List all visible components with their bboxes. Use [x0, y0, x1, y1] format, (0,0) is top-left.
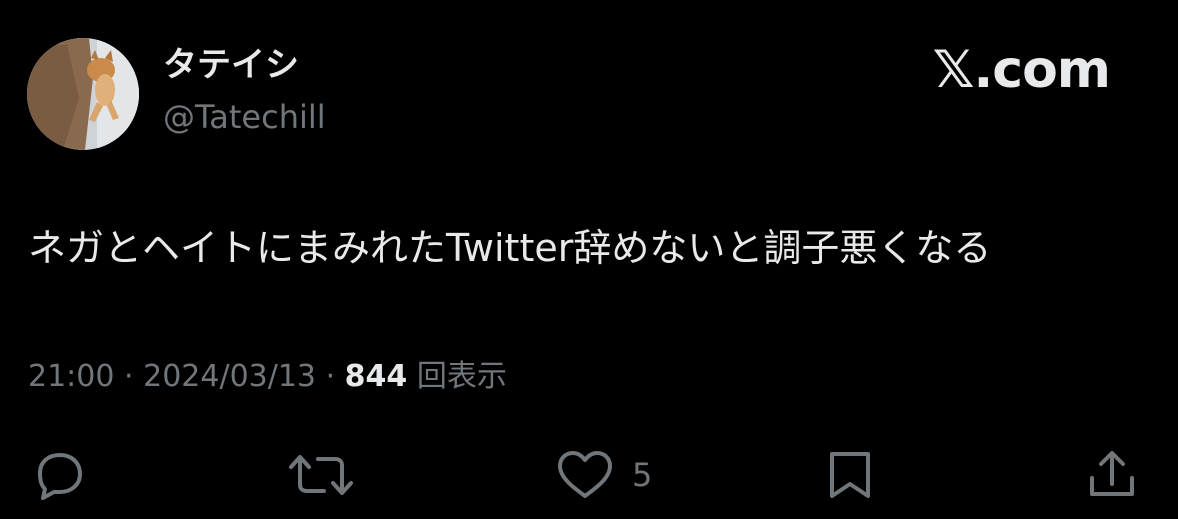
views-label: 回表示: [416, 359, 507, 394]
bookmark-button[interactable]: [824, 448, 876, 502]
bookmark-icon: [830, 452, 870, 498]
reply-button[interactable]: [30, 448, 86, 502]
tweet-date[interactable]: 2024/03/13: [143, 359, 316, 394]
meta-separator: ·: [325, 359, 336, 394]
views-count: 844: [344, 359, 408, 394]
like-button[interactable]: 5: [554, 448, 652, 502]
tweet-time[interactable]: 21:00: [28, 359, 114, 394]
heart-icon: [558, 451, 612, 498]
avatar[interactable]: [27, 38, 139, 150]
retweet-icon: [289, 455, 353, 495]
meta-separator: ·: [124, 359, 134, 394]
display-name[interactable]: タテイシ: [163, 48, 299, 82]
reply-icon: [38, 453, 82, 500]
x-logo: 𝕏.com: [932, 40, 1111, 100]
like-count: 5: [632, 456, 653, 494]
share-icon: [1090, 451, 1134, 496]
user-handle[interactable]: @Tatechill: [163, 101, 326, 133]
share-button[interactable]: [1084, 448, 1140, 502]
retweet-button[interactable]: [286, 448, 356, 502]
tweet-meta: 21:00 · 2024/03/13 · 844 回表示: [28, 362, 507, 392]
avatar-photo-dog: [27, 38, 139, 150]
tweet-text: ネガとヘイトにまみれたTwitter辞めないと調子悪くなる: [28, 226, 992, 270]
